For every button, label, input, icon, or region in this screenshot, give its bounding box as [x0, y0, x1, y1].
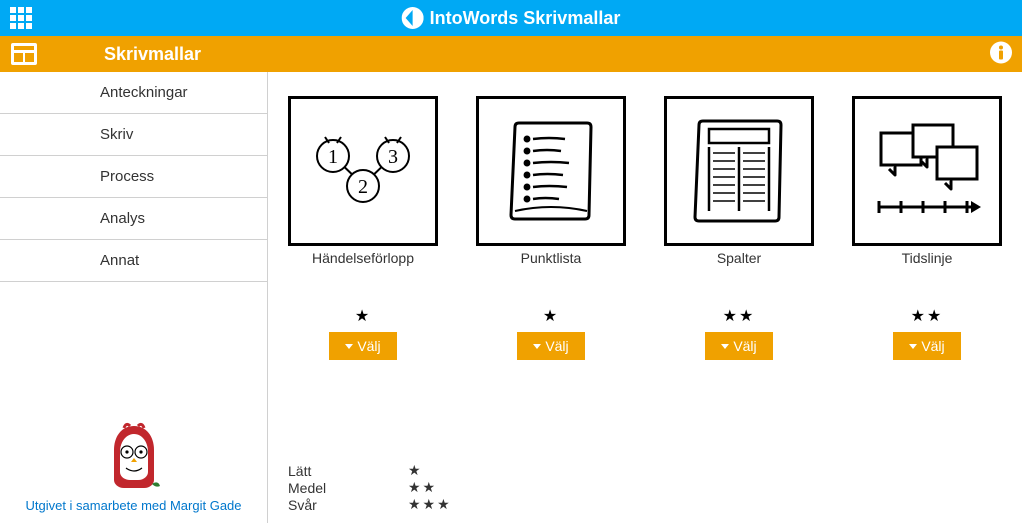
template-title: Punktlista: [476, 250, 626, 266]
template-thumb-sequence[interactable]: 1 2 3: [288, 96, 438, 246]
legend-label: Lätt: [288, 463, 408, 479]
info-icon[interactable]: [990, 42, 1012, 67]
legend-stars: ★: [408, 462, 423, 479]
sidebar-item-label: Anteckningar: [100, 84, 188, 101]
caret-down-icon: [721, 344, 729, 349]
templates-icon[interactable]: [0, 43, 48, 65]
template-stars: ★★: [852, 306, 1002, 326]
template-card: Tidslinje ★★ Välj: [852, 96, 1002, 360]
legend-label: Medel: [288, 480, 408, 496]
template-thumb-columns[interactable]: [664, 96, 814, 246]
bulletlist-icon: [491, 111, 611, 231]
sidebar-item-label: Analys: [100, 210, 145, 227]
caret-down-icon: [909, 344, 917, 349]
template-grid: 1 2 3 Händelseförlopp ★ Välj: [288, 96, 1002, 360]
columns-icon: [679, 111, 799, 231]
sidebar-item-label: Process: [100, 168, 154, 185]
select-button[interactable]: Välj: [705, 332, 772, 360]
sidebar-item-anteckningar[interactable]: Anteckningar: [0, 72, 267, 114]
main: 1 2 3 Händelseförlopp ★ Välj: [268, 72, 1022, 523]
sidebar-item-annat[interactable]: Annat: [0, 240, 267, 282]
sidebar: Anteckningar Skriv Process Analys Annat: [0, 72, 268, 523]
select-button-label: Välj: [733, 338, 756, 354]
topbar: IntoWords Skrivmallar: [0, 0, 1022, 36]
sidebar-item-process[interactable]: Process: [0, 156, 267, 198]
template-title: Spalter: [664, 250, 814, 266]
template-card: Punktlista ★ Välj: [476, 96, 626, 360]
section-title: Skrivmallar: [104, 44, 201, 65]
legend-row: Lätt ★: [288, 462, 1002, 479]
template-thumb-timeline[interactable]: [852, 96, 1002, 246]
template-stars: ★: [476, 306, 626, 326]
app-title-text: IntoWords Skrivmallar: [430, 8, 621, 29]
owl-logo-icon: [104, 422, 164, 492]
template-card: Spalter ★★ Välj: [664, 96, 814, 360]
select-button-label: Välj: [921, 338, 944, 354]
legend-stars: ★★: [408, 479, 437, 496]
select-button[interactable]: Välj: [893, 332, 960, 360]
template-card: 1 2 3 Händelseförlopp ★ Välj: [288, 96, 438, 360]
sidebar-item-label: Skriv: [100, 126, 133, 143]
publisher: Utgivet i samarbete med Margit Gade: [0, 422, 267, 523]
caret-down-icon: [533, 344, 541, 349]
select-button-label: Välj: [357, 338, 380, 354]
app-title: IntoWords Skrivmallar: [402, 7, 621, 29]
legend-stars: ★★★: [408, 496, 452, 513]
select-button[interactable]: Välj: [329, 332, 396, 360]
timeline-icon: [867, 111, 987, 231]
template-stars: ★: [288, 306, 438, 326]
template-thumb-bulletlist[interactable]: [476, 96, 626, 246]
template-title: Händelseförlopp: [288, 250, 438, 266]
template-stars: ★★: [664, 306, 814, 326]
publisher-link[interactable]: Utgivet i samarbete med Margit Gade: [0, 498, 267, 513]
svg-text:1: 1: [328, 146, 338, 168]
subbar: Skrivmallar: [0, 36, 1022, 72]
legend-label: Svår: [288, 497, 408, 513]
intowords-logo-icon: [402, 7, 424, 29]
sidebar-item-skriv[interactable]: Skriv: [0, 114, 267, 156]
sidebar-item-analys[interactable]: Analys: [0, 198, 267, 240]
svg-text:3: 3: [388, 146, 398, 168]
sidebar-item-label: Annat: [100, 252, 139, 269]
legend-row: Medel ★★: [288, 479, 1002, 496]
select-button[interactable]: Välj: [517, 332, 584, 360]
template-title: Tidslinje: [852, 250, 1002, 266]
sequence-icon: 1 2 3: [303, 111, 423, 231]
svg-text:2: 2: [358, 176, 368, 198]
apps-icon[interactable]: [10, 7, 32, 29]
caret-down-icon: [345, 344, 353, 349]
legend-row: Svår ★★★: [288, 496, 1002, 513]
difficulty-legend: Lätt ★ Medel ★★ Svår ★★★: [288, 462, 1002, 513]
select-button-label: Välj: [545, 338, 568, 354]
